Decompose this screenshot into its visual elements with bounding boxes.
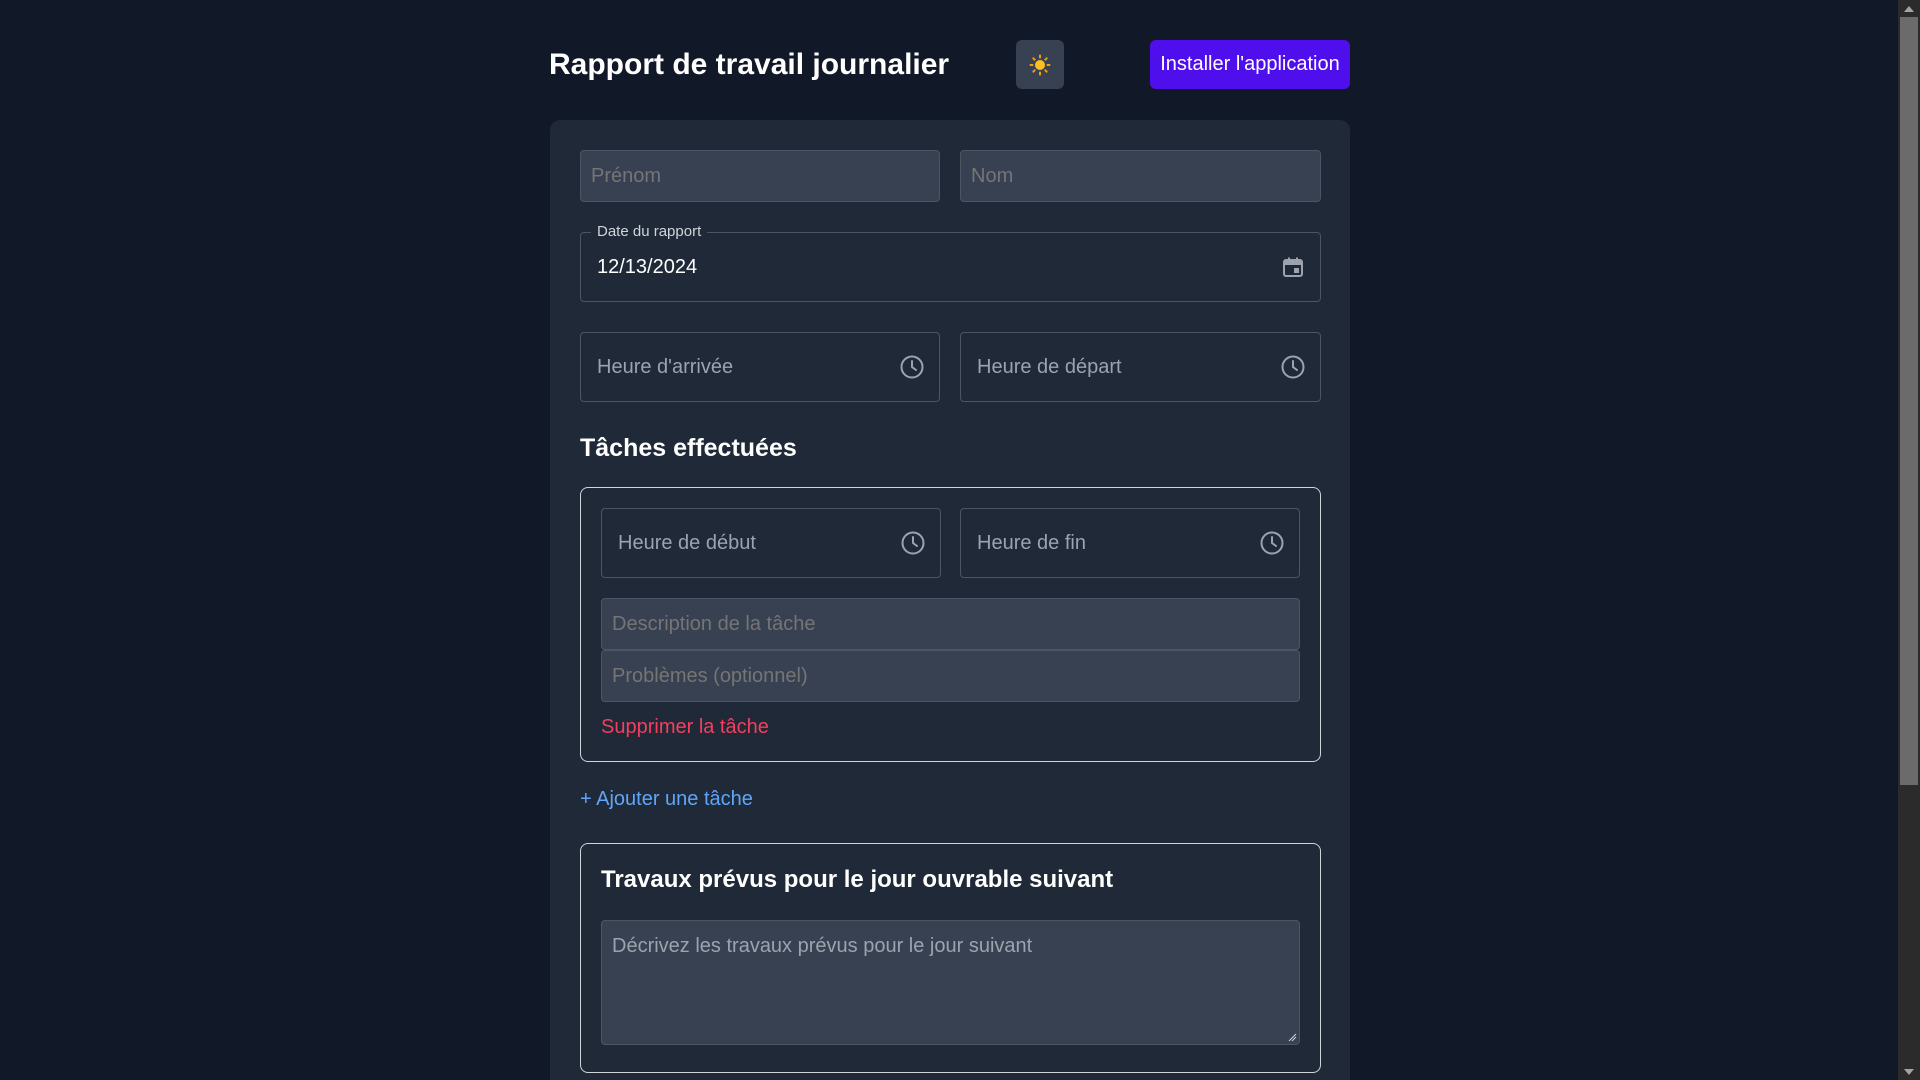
- theme-toggle-button[interactable]: [1016, 40, 1064, 89]
- install-app-button[interactable]: Installer l'application: [1150, 40, 1350, 89]
- clock-icon[interactable]: [899, 354, 925, 380]
- sun-icon: [1029, 54, 1051, 75]
- next-day-placeholder: Décrivez les travaux prévus pour le jour…: [612, 935, 1033, 957]
- task-start-time-label: Heure de début: [618, 531, 756, 554]
- departure-time-label: Heure de départ: [977, 355, 1122, 378]
- tasks-section-title: Tâches effectuées: [580, 434, 797, 462]
- arrival-time-label: Heure d'arrivée: [597, 355, 734, 378]
- calendar-icon[interactable]: [1280, 254, 1306, 280]
- task-description-input[interactable]: [601, 598, 1300, 650]
- task-problems-input[interactable]: [601, 650, 1300, 702]
- header: Rapport de travail journalier Installer …: [549, 40, 1350, 90]
- departure-time-field[interactable]: Heure de départ: [960, 332, 1321, 402]
- clock-icon[interactable]: [1280, 354, 1306, 380]
- clock-icon[interactable]: [900, 530, 926, 556]
- task-end-time-field[interactable]: Heure de fin: [960, 508, 1300, 578]
- clock-icon[interactable]: [1259, 530, 1285, 556]
- arrival-time-field[interactable]: Heure d'arrivée: [580, 332, 940, 402]
- task-start-time-field[interactable]: Heure de début: [601, 508, 941, 578]
- task-end-time-label: Heure de fin: [977, 531, 1086, 554]
- task-card: Heure de début Heure de fin Description …: [580, 487, 1321, 762]
- vertical-scrollbar[interactable]: [1898, 0, 1920, 1080]
- report-date-label: Date du rapport: [591, 224, 708, 240]
- next-day-title: Travaux prévus pour le jour ouvrable sui…: [601, 866, 1114, 893]
- next-day-card: Travaux prévus pour le jour ouvrable sui…: [580, 843, 1321, 1073]
- add-task-link[interactable]: + Ajouter une tâche: [580, 788, 753, 811]
- resize-handle-icon[interactable]: [1287, 1032, 1297, 1042]
- first-name-input[interactable]: [580, 150, 940, 202]
- delete-task-link[interactable]: Supprimer la tâche: [601, 716, 769, 739]
- next-day-textarea[interactable]: Décrivez les travaux prévus pour le jour…: [601, 920, 1300, 1045]
- page: Rapport de travail journalier Installer …: [0, 0, 1920, 1080]
- scrollbar-thumb[interactable]: [1900, 17, 1918, 785]
- report-form-card: Date du rapport 12/13/2024 Heure d'arriv…: [550, 120, 1350, 1080]
- scroll-up-arrow-icon[interactable]: [1898, 0, 1920, 17]
- last-name-input[interactable]: [960, 150, 1321, 202]
- page-title: Rapport de travail journalier: [549, 48, 950, 81]
- scroll-down-arrow-icon[interactable]: [1898, 1063, 1920, 1080]
- report-date-field[interactable]: Date du rapport 12/13/2024: [580, 224, 1321, 302]
- report-date-value: 12/13/2024: [597, 255, 698, 278]
